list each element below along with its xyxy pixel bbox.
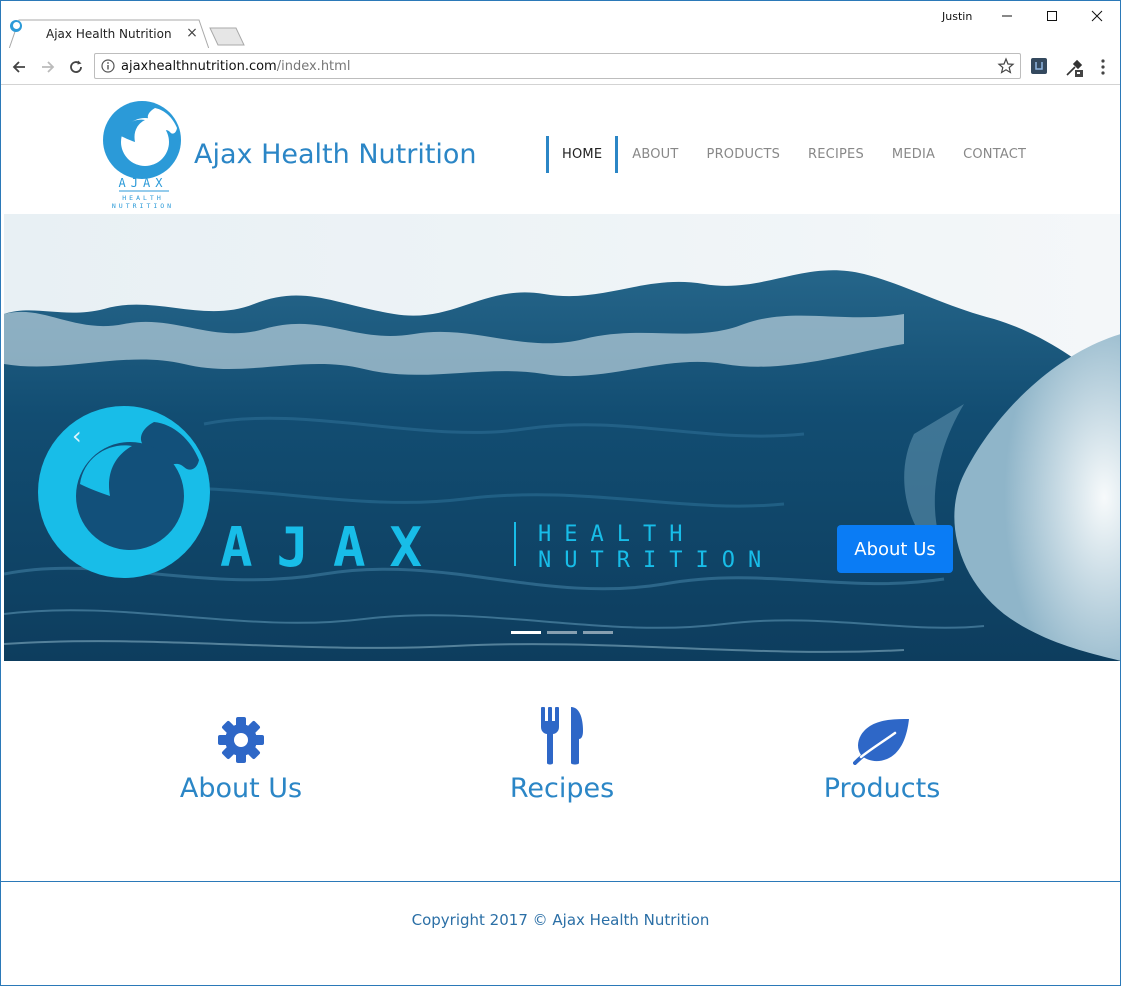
- feature-products-label: Products: [823, 773, 941, 804]
- maximize-icon: [1047, 11, 1057, 21]
- leaf-icon: [853, 719, 909, 765]
- feature-recipes[interactable]: Recipes: [442, 707, 682, 804]
- feature-about[interactable]: About Us: [121, 707, 361, 804]
- feature-row: About Us Recipes Products: [1, 661, 1120, 881]
- profile-name[interactable]: Justin: [942, 10, 972, 23]
- feature-recipes-label: Recipes: [509, 773, 615, 804]
- back-arrow-icon: [12, 61, 25, 73]
- logo-text-ajax: AJAX: [119, 176, 168, 190]
- extension-icon[interactable]: [1031, 58, 1047, 74]
- url-text[interactable]: ajaxhealthnutrition.com/index.html: [121, 59, 350, 74]
- title-bar: Ajax Health Nutrition × Justin: [1, 1, 1120, 49]
- carousel-indicator-2[interactable]: [547, 631, 577, 634]
- copyright-text: Copyright 2017 © Ajax Health Nutrition: [411, 911, 710, 929]
- forward-button[interactable]: [37, 56, 59, 78]
- address-bar[interactable]: ajaxhealthnutrition.com/index.html: [94, 53, 1021, 79]
- hero-logo-health: HEALTH: [538, 522, 695, 547]
- carousel-indicator-3[interactable]: [583, 631, 613, 634]
- maximize-button[interactable]: [1029, 1, 1075, 31]
- reload-icon: [70, 60, 82, 73]
- minimize-button[interactable]: [984, 1, 1030, 31]
- carousel-indicators: [511, 631, 613, 634]
- tab-title: Ajax Health Nutrition: [46, 27, 172, 41]
- nav-contact[interactable]: CONTACT: [949, 136, 1040, 173]
- browser-tab[interactable]: Ajax Health Nutrition ×: [9, 19, 209, 49]
- nav-about[interactable]: ABOUT: [618, 136, 692, 173]
- carousel-prev-icon[interactable]: ‹: [72, 422, 82, 450]
- feature-products[interactable]: Products: [762, 707, 1002, 804]
- site-logo[interactable]: AJAX HEALTH NUTRITION: [93, 98, 193, 210]
- favicon-icon: [10, 20, 22, 32]
- tab-close-icon[interactable]: ×: [185, 25, 199, 41]
- nav-media[interactable]: MEDIA: [878, 136, 949, 173]
- hero-logo-nutrition: NUTRITION: [538, 548, 774, 573]
- close-window-button[interactable]: [1074, 1, 1120, 31]
- url-host: ajaxhealthnutrition.com: [121, 59, 277, 74]
- info-icon[interactable]: [101, 59, 115, 73]
- hero-about-button[interactable]: About Us: [837, 525, 953, 573]
- hero-logo-word: AJAX: [220, 516, 446, 579]
- back-button[interactable]: [8, 56, 30, 78]
- nav-recipes[interactable]: RECIPES: [794, 136, 878, 173]
- site-footer: Copyright 2017 © Ajax Health Nutrition: [1, 881, 1120, 985]
- star-icon[interactable]: [997, 57, 1015, 75]
- nav-products[interactable]: PRODUCTS: [693, 136, 795, 173]
- feature-about-label: About Us: [179, 773, 303, 804]
- logo-text-health: HEALTH: [122, 194, 163, 202]
- logo-text-nutrition: NUTRITION: [112, 202, 174, 210]
- site-header: AJAX HEALTH NUTRITION Ajax Health Nutrit…: [1, 86, 1120, 214]
- minimize-icon: [1002, 15, 1012, 17]
- main-nav: HOME ABOUT PRODUCTS RECIPES MEDIA CONTAC…: [546, 136, 1040, 173]
- url-path: /index.html: [276, 59, 351, 74]
- carousel-indicator-1[interactable]: [511, 631, 541, 634]
- menu-dots-icon[interactable]: [1097, 58, 1109, 76]
- forward-arrow-icon: [42, 61, 55, 73]
- site-brand[interactable]: Ajax Health Nutrition: [194, 139, 477, 170]
- wave-image: AJAX HEALTH NUTRITION: [4, 214, 1120, 661]
- new-tab-button[interactable]: [209, 27, 245, 47]
- browser-window: Ajax Health Nutrition × Justin ajaxhealt…: [0, 0, 1121, 986]
- utensils-icon: [541, 707, 583, 765]
- close-icon: [1091, 10, 1103, 22]
- reload-button[interactable]: [65, 56, 87, 78]
- hero-carousel: AJAX HEALTH NUTRITION ‹ About Us: [4, 214, 1120, 661]
- nav-home[interactable]: HOME: [546, 136, 619, 173]
- browser-toolbar: ajaxhealthnutrition.com/index.html: [1, 48, 1120, 85]
- eyedropper-icon[interactable]: [1064, 58, 1084, 78]
- gear-icon: [218, 717, 264, 763]
